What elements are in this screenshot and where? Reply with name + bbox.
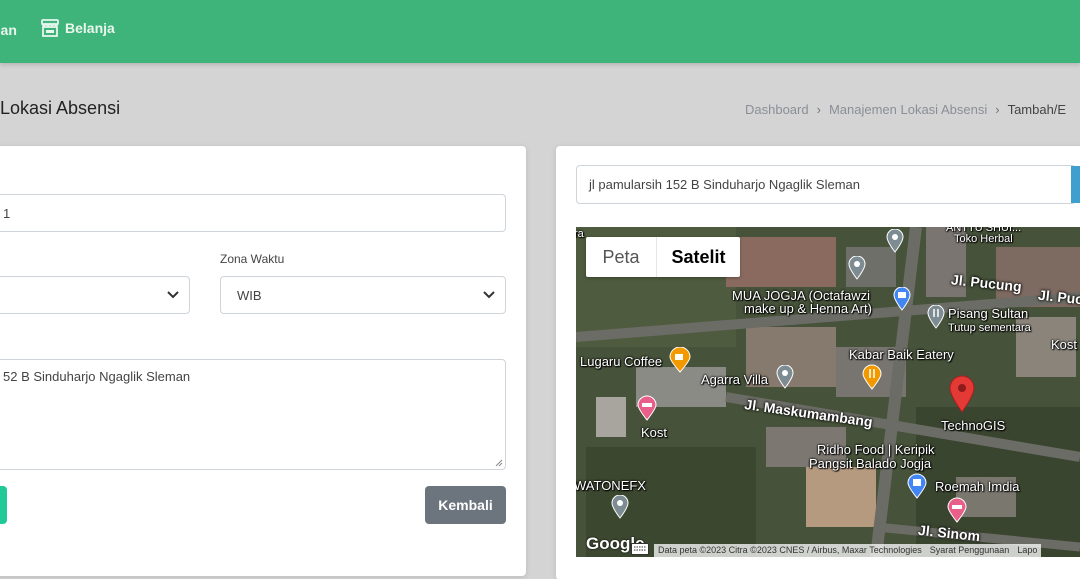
nav-item-belanja-label: Belanja bbox=[65, 20, 115, 36]
satellite-map[interactable]: Peta Satelit Jl. Pucung Jl. Puc Jl. Mask… bbox=[576, 227, 1080, 557]
poi-agarra-villa[interactable]: Agarra Villa bbox=[701, 373, 768, 387]
poi-toko-herbal[interactable]: Toko Herbal bbox=[954, 232, 1013, 246]
nav-item-partial[interactable]: uan bbox=[0, 22, 17, 38]
save-button[interactable] bbox=[0, 486, 7, 524]
timezone-select[interactable]: WIB bbox=[220, 276, 506, 314]
zone-label: Zona Waktu bbox=[220, 252, 285, 266]
map-footer: Google Data peta ©2023 Citra ©2023 CNES … bbox=[576, 534, 1080, 557]
address-textarea[interactable]: 52 B Sinduharjo Ngaglik Sleman bbox=[0, 359, 506, 470]
page-title: it Lokasi Absensi bbox=[0, 98, 121, 118]
map-pin-icon[interactable] bbox=[776, 365, 794, 389]
keyboard-shortcuts-icon[interactable] bbox=[631, 543, 649, 555]
breadcrumb-current: Tambah/E bbox=[1007, 102, 1067, 117]
poi-kost-right[interactable]: Kost bbox=[1051, 338, 1077, 352]
breadcrumb-separator: › bbox=[995, 102, 1000, 117]
name-input-value: 1 bbox=[3, 205, 11, 221]
map-type-toggle: Peta Satelit bbox=[586, 237, 740, 277]
poi-label-partial[interactable]: ra bbox=[576, 227, 584, 241]
timezone-select-value: WIB bbox=[237, 287, 262, 303]
poi-technogis[interactable]: TechnoGIS bbox=[941, 419, 1005, 433]
store-icon bbox=[41, 19, 59, 37]
poi-ridho-food[interactable]: Ridho Food | Keripik bbox=[817, 443, 935, 457]
shopping-pin-icon[interactable] bbox=[893, 287, 911, 311]
poi-pisang-sultan[interactable]: Pisang Sultan bbox=[948, 307, 1028, 321]
cafe-pin-icon[interactable] bbox=[669, 347, 691, 373]
poi-lugaru-coffee[interactable]: Lugaru Coffee bbox=[580, 355, 662, 369]
technogis-location-pin-icon[interactable] bbox=[949, 375, 975, 413]
select-left[interactable] bbox=[0, 276, 190, 314]
map-terms-link[interactable]: Syarat Penggunaan bbox=[930, 545, 1010, 556]
resize-handle-icon[interactable] bbox=[495, 459, 503, 467]
map-report-link[interactable]: Lapo bbox=[1017, 545, 1037, 556]
poi-kost[interactable]: Kost bbox=[641, 426, 667, 440]
poi-watonefx[interactable]: WATONEFX bbox=[576, 479, 646, 493]
lodging-pin-icon[interactable] bbox=[947, 497, 967, 523]
breadcrumb-separator: › bbox=[816, 102, 821, 117]
poi-mua-jogja-line2[interactable]: make up & Henna Art) bbox=[744, 302, 872, 316]
map-pin-icon[interactable] bbox=[848, 256, 866, 280]
poi-pisang-sultan-status: Tutup sementara bbox=[948, 322, 1031, 334]
map-type-peta-button[interactable]: Peta bbox=[586, 237, 656, 277]
restaurant-pin-icon[interactable] bbox=[927, 305, 945, 329]
map-attribution: Data peta ©2023 Citra ©2023 CNES / Airbu… bbox=[654, 544, 1042, 557]
breadcrumb-dashboard[interactable]: Dashboard bbox=[745, 102, 809, 117]
top-navbar: uan Belanja bbox=[0, 0, 1080, 63]
poi-ridho-food-line2[interactable]: Pangsit Balado Jogja bbox=[809, 457, 931, 471]
food-pin-icon[interactable] bbox=[862, 364, 882, 390]
back-button[interactable]: Kembali bbox=[425, 486, 506, 524]
map-pin-icon[interactable] bbox=[611, 495, 629, 519]
shopping-pin-icon[interactable] bbox=[907, 473, 927, 499]
name-input[interactable]: 1 bbox=[0, 194, 506, 232]
breadcrumb-manajemen[interactable]: Manajemen Lokasi Absensi bbox=[829, 102, 987, 117]
breadcrumb: Dashboard › Manajemen Lokasi Absensi › T… bbox=[745, 102, 1066, 117]
address-search-value: jl pamularsih 152 B Sinduharjo Ngaglik S… bbox=[589, 177, 860, 192]
nav-item-partial-label: uan bbox=[0, 22, 17, 38]
address-textarea-value: 52 B Sinduharjo Ngaglik Sleman bbox=[3, 369, 191, 384]
nav-item-belanja[interactable]: Belanja bbox=[40, 18, 115, 38]
map-type-satelit-button[interactable]: Satelit bbox=[656, 237, 740, 277]
poi-roemah-imdia[interactable]: Roemah Imdia bbox=[935, 480, 1020, 494]
chevron-down-icon bbox=[483, 291, 495, 299]
lodging-pin-icon[interactable] bbox=[637, 395, 657, 421]
search-button[interactable] bbox=[1071, 166, 1080, 203]
poi-kabar-baik-eatery[interactable]: Kabar Baik Eatery bbox=[849, 348, 954, 362]
chevron-down-icon bbox=[167, 291, 179, 299]
map-data-attribution: Data peta ©2023 Citra ©2023 CNES / Airbu… bbox=[658, 545, 922, 555]
map-pin-icon[interactable] bbox=[886, 229, 904, 253]
address-search-input[interactable]: jl pamularsih 152 B Sinduharjo Ngaglik S… bbox=[576, 165, 1076, 204]
